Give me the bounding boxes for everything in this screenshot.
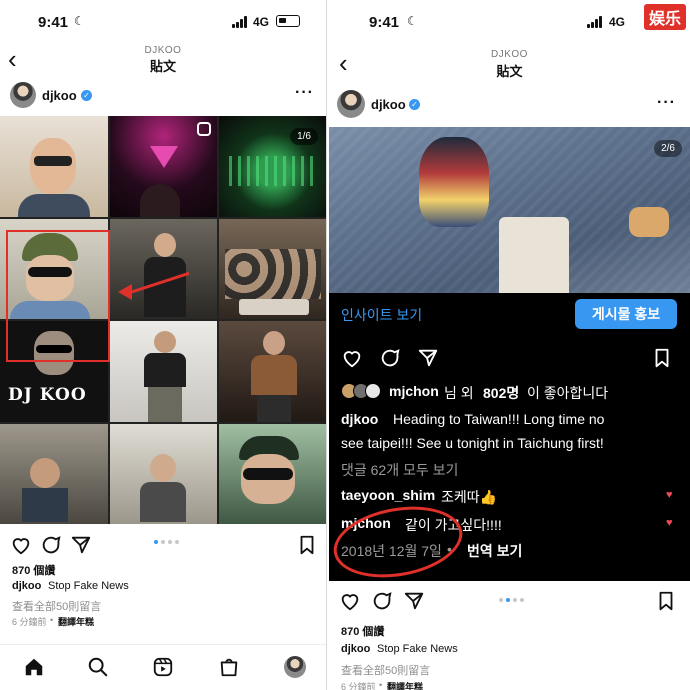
- share-icon[interactable]: [403, 590, 425, 612]
- collage-photo: [109, 218, 218, 319]
- collage-photo: [0, 116, 108, 217]
- carousel-dots: [154, 540, 179, 544]
- share-icon[interactable]: [70, 534, 92, 556]
- nav-username: DJKOO: [491, 49, 528, 60]
- like-count[interactable]: 870 個讚: [341, 623, 384, 639]
- signal-icon: [587, 16, 605, 28]
- translate-link[interactable]: 翻譯年糕: [387, 680, 423, 690]
- time-ago: 6 分鐘前: [12, 617, 47, 627]
- network-label: 4G: [253, 15, 270, 29]
- liked-by-rest: 님 외: [444, 385, 474, 401]
- post-header: djkoo ✓ ···: [0, 78, 326, 118]
- moon-icon: ☾: [74, 14, 85, 28]
- caption-username[interactable]: djkoo: [12, 580, 41, 592]
- dj-koo-logo: DJ KOO: [8, 385, 87, 405]
- right-screenshot: 9:41 ☾ 4G 娱乐 ‹ DJKOO 貼文 djkoo ✓ ··· 2/6 …: [329, 0, 690, 690]
- image-counter: 1/6: [290, 128, 318, 145]
- view-all-comments-link[interactable]: 查看全部50則留言: [12, 598, 101, 614]
- more-options-icon[interactable]: ···: [295, 84, 314, 102]
- image-counter: 2/6: [654, 140, 682, 157]
- collage-photo: [219, 218, 326, 319]
- view-insights-link[interactable]: 인사이트 보기: [341, 305, 422, 325]
- heart-icon[interactable]: [341, 347, 363, 369]
- collage-photo: [109, 423, 218, 524]
- profile-avatar-tab[interactable]: [284, 656, 306, 678]
- bottom-tab-bar: [0, 644, 326, 690]
- nav-bar: ‹ DJKOO 貼文: [0, 44, 326, 74]
- status-time: 9:41: [38, 14, 69, 31]
- left-screenshot: 9:41 ☾ 4G ‹ DJKOO 貼文 djkoo ✓ ··· DJ KOO …: [0, 0, 327, 690]
- signal-icon: [232, 16, 250, 28]
- liked-by-user[interactable]: mjchon: [389, 383, 439, 399]
- verified-icon: ✓: [409, 99, 420, 110]
- action-bar: [329, 590, 690, 618]
- post-username[interactable]: djkoo: [42, 88, 77, 103]
- bookmark-icon[interactable]: [655, 590, 677, 612]
- status-time: 9:41: [369, 14, 400, 31]
- caption-text: Stop Fake News: [48, 580, 129, 592]
- caption-line-2: see taipei!!! See u tonight in Taichung …: [341, 435, 604, 451]
- collage-photo: [109, 116, 218, 217]
- view-all-comments-link[interactable]: 댓글 62개 모두 보기: [341, 460, 458, 480]
- caption-username[interactable]: djkoo: [341, 411, 378, 427]
- carousel-dots: [499, 598, 524, 602]
- nav-title: 貼文: [149, 59, 176, 74]
- comment-icon[interactable]: [40, 534, 62, 556]
- shop-icon[interactable]: [218, 656, 240, 678]
- action-bar: [0, 534, 326, 562]
- caption-line-1: Heading to Taiwan!!! Long time no: [393, 411, 605, 427]
- verified-icon: ✓: [81, 90, 92, 101]
- post-image[interactable]: [329, 127, 690, 293]
- post-username[interactable]: djkoo: [371, 97, 406, 112]
- brand-watermark: 娱乐: [643, 4, 686, 30]
- reels-icon: [197, 122, 212, 136]
- comment-liked-heart-icon[interactable]: ♥: [666, 517, 673, 529]
- search-icon[interactable]: [87, 656, 109, 678]
- liker-avatar: [365, 383, 381, 399]
- avatar[interactable]: [10, 82, 36, 108]
- like-count[interactable]: 870 個讚: [12, 562, 55, 578]
- reels-icon[interactable]: [152, 656, 174, 678]
- share-icon[interactable]: [417, 347, 439, 369]
- see-translation-link[interactable]: 번역 보기: [467, 541, 522, 561]
- collage-photo: [0, 423, 108, 524]
- comment-username[interactable]: taeyoon_shim: [341, 487, 435, 503]
- comment-icon[interactable]: [371, 590, 393, 612]
- nav-username: DJKOO: [144, 45, 182, 56]
- red-highlight-box: [6, 230, 110, 362]
- avatar[interactable]: [337, 90, 365, 118]
- more-options-icon[interactable]: ···: [657, 94, 676, 112]
- caption-username[interactable]: djkoo: [341, 643, 370, 655]
- home-icon[interactable]: [23, 656, 45, 678]
- status-bar: 9:41 ☾ 4G 娱乐: [329, 0, 690, 44]
- view-all-comments-link[interactable]: 查看全部50則留言: [341, 662, 430, 678]
- comment-icon[interactable]: [379, 347, 401, 369]
- nav-title: 貼文: [496, 64, 523, 79]
- caption-text: Stop Fake News: [377, 643, 458, 655]
- translate-link[interactable]: 翻譯年糕: [58, 615, 94, 628]
- collage-photo: [109, 321, 218, 422]
- liked-suffix: 이 좋아합니다: [527, 385, 609, 401]
- collage-photo: [219, 423, 326, 524]
- network-label: 4G: [609, 15, 626, 29]
- battery-icon: [276, 15, 300, 27]
- post-header: djkoo ✓ ···: [329, 86, 690, 126]
- collage-photo: [219, 321, 326, 422]
- status-bar: 9:41 ☾ 4G: [0, 0, 326, 44]
- time-ago: 6 分鐘前: [341, 682, 376, 690]
- comment-liked-heart-icon[interactable]: ♥: [666, 489, 673, 501]
- promote-post-button[interactable]: 게시물 홍보: [575, 299, 677, 329]
- heart-icon[interactable]: [10, 534, 32, 556]
- bookmark-icon[interactable]: [651, 347, 673, 369]
- moon-icon: ☾: [407, 14, 418, 28]
- bookmark-icon[interactable]: [296, 534, 318, 556]
- comment-text: 조케따👍: [441, 489, 498, 505]
- nav-bar: ‹ DJKOO 貼文: [329, 48, 690, 80]
- heart-icon[interactable]: [339, 590, 361, 612]
- liked-count[interactable]: 802명: [483, 383, 519, 403]
